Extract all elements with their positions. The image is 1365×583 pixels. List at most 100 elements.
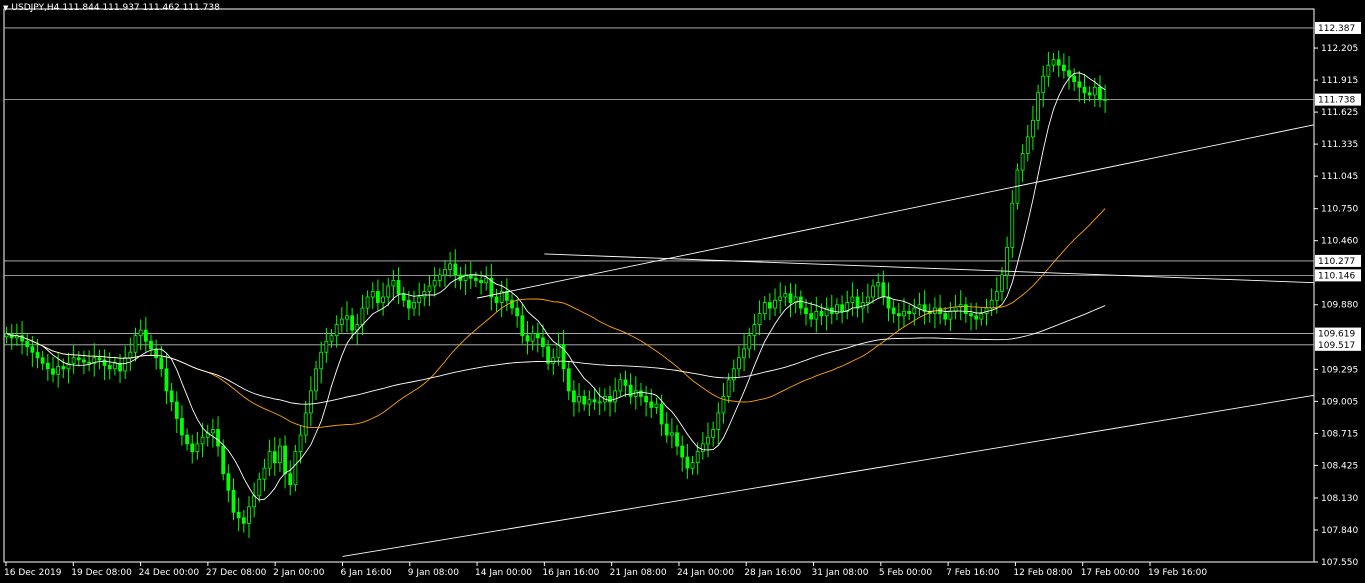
candle-body <box>82 359 86 363</box>
candle-body <box>216 429 220 447</box>
candle-body <box>479 280 483 284</box>
candle-body <box>123 357 128 372</box>
candle-body <box>1000 274 1004 292</box>
candle-body <box>767 302 772 309</box>
candle-body <box>180 418 184 436</box>
candle-body <box>989 299 994 309</box>
candle-body <box>608 395 612 403</box>
x-tick-label: 24 Dec 00:00 <box>139 568 200 578</box>
candle-body <box>855 296 860 309</box>
y-tick-label: 111.335 <box>1321 140 1358 150</box>
candle-body <box>200 436 205 445</box>
candle-body <box>401 293 406 301</box>
candle-body <box>231 489 236 513</box>
candle-body <box>613 390 618 403</box>
x-tick-label: 19 Dec 08:00 <box>71 568 132 578</box>
candle-body <box>582 395 587 405</box>
x-tick-label: 27 Dec 08:00 <box>206 568 267 578</box>
candle-body <box>360 307 365 326</box>
candle-body <box>1067 70 1071 77</box>
candle-body <box>1020 153 1025 171</box>
candle-body <box>726 379 731 397</box>
candle-body <box>396 280 401 295</box>
y-tick-label: 111.915 <box>1321 76 1358 86</box>
x-tick-label: 5 Feb 00:00 <box>879 568 933 578</box>
candle-body <box>334 324 339 337</box>
candle-body <box>247 506 251 524</box>
candle-body <box>30 346 35 353</box>
candle-body <box>412 302 416 309</box>
candle-body <box>891 307 896 314</box>
price-label: 110.277 <box>1318 257 1355 267</box>
candle-body <box>1103 98 1108 101</box>
candle-body <box>572 390 576 403</box>
candle-body <box>406 299 411 309</box>
candle-body <box>865 296 870 303</box>
candle-body <box>128 351 133 359</box>
candle-body <box>190 443 195 452</box>
candle-body <box>76 357 81 361</box>
candle-body <box>690 462 695 469</box>
candle-body <box>365 296 370 309</box>
candle-body <box>138 329 143 337</box>
candle-body <box>685 456 690 469</box>
candle-body <box>303 412 308 436</box>
candle-body <box>51 368 55 375</box>
candle-body <box>71 357 76 364</box>
candle-body <box>97 357 102 361</box>
dropdown-triangle-icon[interactable]: ▼ <box>3 4 8 12</box>
candle-body <box>87 361 91 364</box>
candle-body <box>324 340 329 353</box>
candle-body <box>943 313 948 320</box>
y-tick-label: 112.205 <box>1321 44 1358 54</box>
candle-body <box>288 473 293 486</box>
candle-body <box>221 445 226 475</box>
candle-body <box>664 423 669 436</box>
candle-body <box>639 390 643 397</box>
candle-body <box>917 304 922 309</box>
candle-body <box>700 443 705 452</box>
candle-body <box>1087 92 1092 96</box>
candle-body <box>1041 75 1046 94</box>
candle-body <box>783 293 788 298</box>
candle-body <box>814 310 819 320</box>
candle-body <box>308 390 313 414</box>
candle-body <box>654 403 659 408</box>
candle-body <box>267 451 272 469</box>
candle-body <box>278 445 282 464</box>
candle-body <box>525 335 530 342</box>
y-tick-label: 109.295 <box>1321 365 1358 375</box>
candle-body <box>1031 119 1035 138</box>
candle-body <box>40 357 45 364</box>
y-tick-label: 108.130 <box>1321 494 1358 504</box>
candle-body <box>236 511 241 519</box>
candle-body <box>592 399 597 403</box>
candle-body <box>840 304 844 312</box>
x-tick-label: 28 Jan 16:00 <box>744 568 801 578</box>
x-tick-label: 6 Jan 16:00 <box>340 568 392 578</box>
candle-body <box>468 274 473 279</box>
candle-body <box>1025 136 1030 154</box>
candle-body <box>680 445 685 458</box>
candle-body <box>272 451 277 464</box>
candle-body <box>623 379 628 386</box>
candle-body <box>376 291 380 303</box>
x-tick-label: 17 Feb 00:00 <box>1081 568 1140 578</box>
candle-body <box>520 315 525 337</box>
candle-body <box>298 434 303 452</box>
candle-body <box>164 368 169 392</box>
chart[interactable]: ▼ USDJPY,H4 111.844 111.937 111.462 111.… <box>0 0 1365 579</box>
candle-body <box>422 291 427 298</box>
candle-body <box>262 467 267 480</box>
candle-body <box>56 366 61 375</box>
candle-body <box>577 395 581 403</box>
candle-body <box>871 285 875 298</box>
candle-body <box>819 310 824 317</box>
x-tick-label: 16 Dec 2019 <box>4 568 62 578</box>
candle-body <box>948 310 953 320</box>
trend-line <box>342 394 1315 557</box>
candle-body <box>185 434 189 445</box>
candle-body <box>25 340 30 348</box>
candle-body <box>329 335 334 342</box>
candle-body <box>902 310 906 317</box>
